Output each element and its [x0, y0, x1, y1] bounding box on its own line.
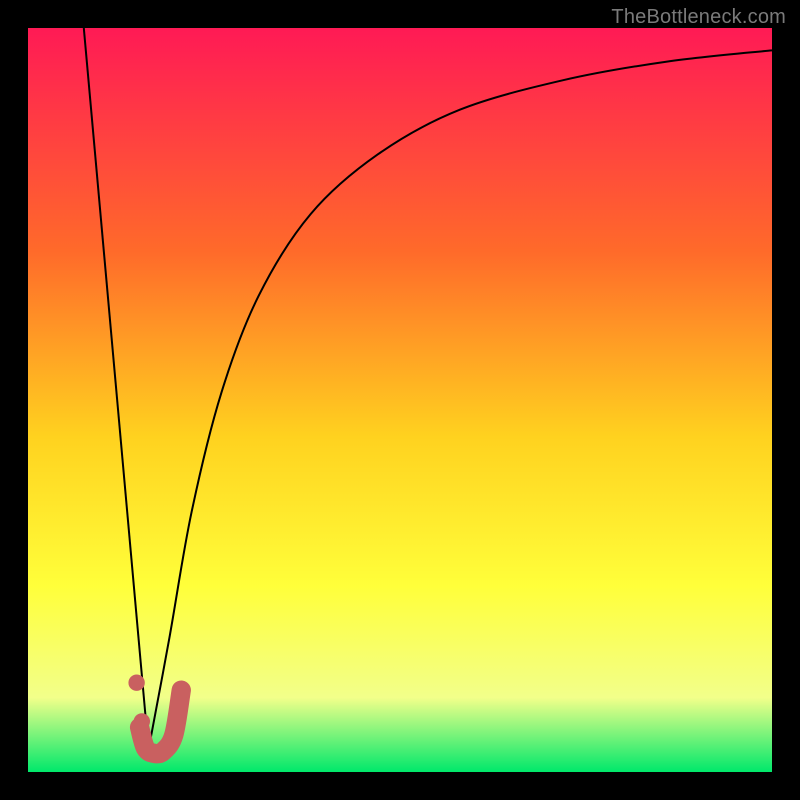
chart-frame: TheBottleneck.com	[0, 0, 800, 800]
watermark-text: TheBottleneck.com	[611, 6, 786, 29]
plot-area	[28, 28, 772, 772]
marker-point-b	[134, 713, 150, 729]
chart-canvas	[28, 28, 772, 772]
marker-point-a	[128, 675, 144, 691]
